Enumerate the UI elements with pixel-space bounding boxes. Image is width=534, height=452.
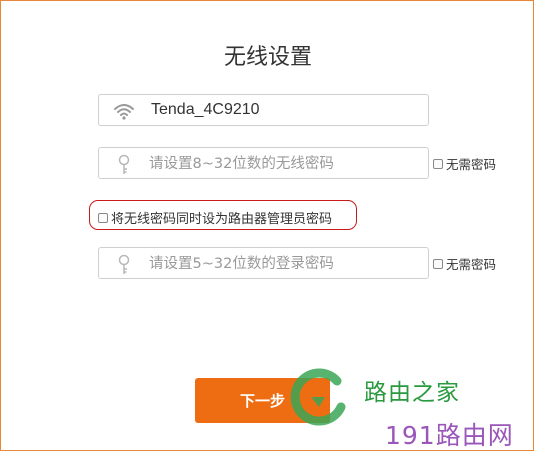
wifi-password-field[interactable] xyxy=(98,147,429,179)
wifi-no-password-checkbox[interactable]: 无需密码 xyxy=(433,154,496,173)
ssid-field[interactable]: Tenda_4C9210 xyxy=(98,94,429,126)
admin-password-field[interactable] xyxy=(98,247,429,279)
admin-password-input[interactable] xyxy=(149,253,419,275)
checkbox-box[interactable] xyxy=(433,258,443,269)
watermark-logo-icon xyxy=(289,367,361,433)
page-title: 无线设置 xyxy=(223,45,312,70)
checkbox-box[interactable] xyxy=(433,158,443,169)
admin-no-password-checkbox[interactable]: 无需密码 xyxy=(433,254,496,273)
watermark-text-primary: 路由之家 xyxy=(364,380,460,406)
sync-option-highlight: 将无线密码同时设为路由器管理员密码 xyxy=(89,200,357,230)
key-icon xyxy=(113,154,135,174)
setup-panel: 无线设置 Tenda_4C9210 无需密码 xyxy=(0,0,534,451)
wifi-icon xyxy=(113,101,135,121)
sync-admin-password-label: 将无线密码同时设为路由器管理员密码 xyxy=(111,212,333,227)
sync-admin-password-checkbox[interactable]: 将无线密码同时设为路由器管理员密码 xyxy=(98,208,332,227)
admin-no-password-label: 无需密码 xyxy=(446,257,497,272)
wifi-password-input[interactable] xyxy=(149,153,419,175)
ssid-value: Tenda_4C9210 xyxy=(151,101,260,118)
checkbox-box[interactable] xyxy=(98,212,108,223)
key-icon xyxy=(113,254,135,274)
wifi-no-password-label: 无需密码 xyxy=(446,157,497,172)
watermark-text-secondary: 191路由网 xyxy=(385,421,514,450)
